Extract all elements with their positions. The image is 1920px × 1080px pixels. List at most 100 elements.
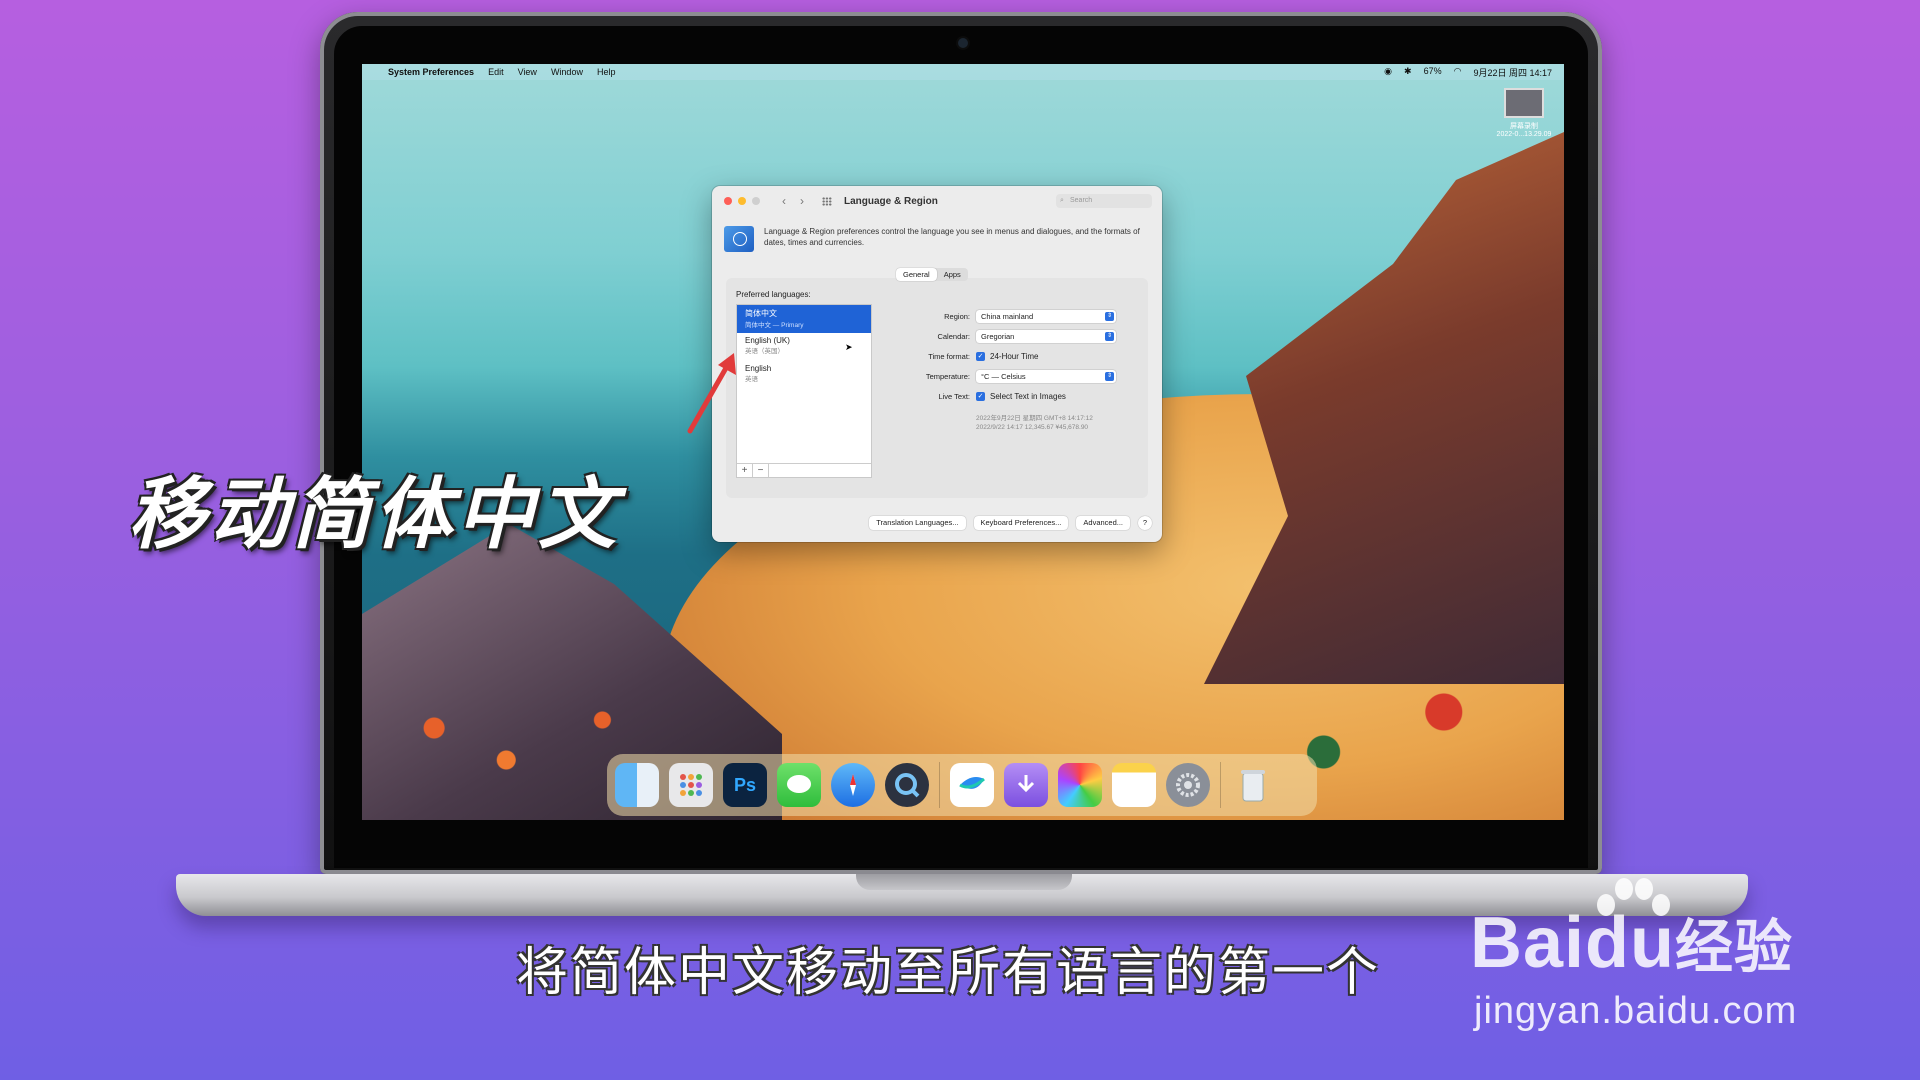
temperature-row: Temperature: °C — Celsius ⇕ <box>896 366 1136 386</box>
general-panel: Preferred languages: 简体中文 简体中文 — Primary… <box>726 278 1148 498</box>
quicktime-icon[interactable] <box>885 763 929 807</box>
overlay-caption: 移动简体中文 <box>128 470 621 560</box>
language-name: 简体中文 <box>745 309 777 318</box>
translation-languages-button[interactable]: Translation Languages... <box>869 516 966 530</box>
region-value: China mainland <box>981 311 1034 321</box>
language-item-english[interactable]: English 英语 <box>737 361 871 389</box>
trash-icon[interactable] <box>1231 763 1275 807</box>
close-button[interactable] <box>724 197 732 205</box>
tab-general[interactable]: General <box>896 268 937 281</box>
dock-separator <box>939 762 940 808</box>
window-buttons: Translation Languages... Keyboard Prefer… <box>869 516 1152 530</box>
add-language-button[interactable]: + <box>737 464 753 477</box>
video-subtitle: 将简体中文移动至所有语言的第一个 <box>516 943 1381 1003</box>
dock-separator <box>1220 762 1221 808</box>
menu-view[interactable]: View <box>518 67 537 77</box>
language-name: English <box>745 364 772 373</box>
advanced-button[interactable]: Advanced... <box>1076 516 1130 530</box>
logo-du: du <box>1585 903 1676 983</box>
clock-text[interactable]: 9月22日 周四 14:17 <box>1473 66 1552 79</box>
zoom-button[interactable] <box>752 197 760 205</box>
sample-line-1: 2022年9月22日 星期四 GMT+8 14:17:12 <box>976 415 1093 422</box>
bluetooth-icon[interactable]: ✱ <box>1404 66 1412 79</box>
grapher-icon[interactable] <box>1058 763 1102 807</box>
time-format-checkbox[interactable]: ✓ <box>976 351 985 361</box>
minimize-button[interactable] <box>738 197 746 205</box>
menu-help[interactable]: Help <box>597 67 616 77</box>
chevron-updown-icon: ⇕ <box>1105 311 1114 321</box>
region-select[interactable]: China mainland ⇕ <box>976 309 1116 323</box>
screenshot-thumbnail[interactable]: 屏幕录制 2022-0...13.29.09 <box>1492 88 1556 146</box>
red-arrow-annotation <box>687 353 736 434</box>
menu-edit[interactable]: Edit <box>488 67 504 77</box>
language-region-window: ‹ › Language & Region ⌕ Search Language … <box>712 186 1162 542</box>
calendar-row: Calendar: Gregorian ⇕ <box>896 326 1136 346</box>
live-text-value: Select Text in Images <box>990 391 1066 401</box>
list-toolbar: + − <box>737 463 871 477</box>
thumbnail-title: 屏幕录制 <box>1510 123 1538 130</box>
calendar-value: Gregorian <box>981 331 1015 341</box>
time-format-value: 24-Hour Time <box>990 351 1039 361</box>
mouse-cursor-icon: ➤ <box>845 342 853 352</box>
thumbnail-date: 2022-0...13.29.09 <box>1496 131 1552 138</box>
pane-header: Language & Region preferences control th… <box>724 226 1154 252</box>
help-button[interactable]: ? <box>1138 516 1152 530</box>
remove-language-button[interactable]: − <box>753 464 769 477</box>
menu-window[interactable]: Window <box>551 67 583 77</box>
search-placeholder: Search <box>1070 197 1093 204</box>
sample-line-2: 2022/9/22 14:17 12,345.67 ¥45,678.90 <box>976 424 1089 431</box>
safari-icon[interactable] <box>831 763 875 807</box>
lark-icon[interactable] <box>950 763 994 807</box>
time-format-label: Time format: <box>928 351 970 361</box>
language-item-simplified-chinese[interactable]: 简体中文 简体中文 — Primary <box>737 305 871 333</box>
time-format-row: Time format: ✓ 24-Hour Time <box>896 346 1136 366</box>
menu-extras: ◉ ✱ 67% ◠ 9月22日 周四 14:17 <box>1384 66 1552 79</box>
camera-icon <box>958 38 968 48</box>
dock: Ps <box>607 754 1317 816</box>
wifi-icon[interactable]: ◠ <box>1454 66 1462 79</box>
menu-app-name[interactable]: System Preferences <box>388 67 474 77</box>
mac-screen: System Preferences Edit View Window Help… <box>362 64 1564 820</box>
pane-description: Language & Region preferences control th… <box>764 227 1140 247</box>
launchpad-icon[interactable] <box>669 763 713 807</box>
calendar-select[interactable]: Gregorian ⇕ <box>976 329 1116 343</box>
logo-bai: Bai <box>1470 903 1586 983</box>
finder-icon[interactable] <box>615 763 659 807</box>
temperature-value: °C — Celsius <box>981 371 1026 381</box>
menu-bar: System Preferences Edit View Window Help… <box>362 64 1564 80</box>
tab-bar: General Apps <box>896 268 968 281</box>
back-icon[interactable]: ‹ <box>782 194 786 208</box>
language-subtitle: 英语 <box>745 376 758 383</box>
language-list[interactable]: 简体中文 简体中文 — Primary English (UK) 英语（英国） … <box>736 304 872 478</box>
forward-icon[interactable]: › <box>800 194 804 208</box>
downloads-icon[interactable] <box>1004 763 1048 807</box>
thumbnail-image <box>1504 88 1544 118</box>
window-title: Language & Region <box>844 195 938 207</box>
keyboard-preferences-button[interactable]: Keyboard Preferences... <box>973 516 1069 530</box>
search-input[interactable]: ⌕ Search <box>1056 194 1152 208</box>
temperature-select[interactable]: °C — Celsius ⇕ <box>976 369 1116 383</box>
region-label: Region: <box>944 311 970 321</box>
logo-jingyan: 经验 <box>1675 913 1794 981</box>
live-text-row: Live Text: ✓ Select Text in Images <box>896 386 1136 406</box>
chevron-updown-icon: ⇕ <box>1105 331 1114 341</box>
language-subtitle: 简体中文 — Primary <box>745 322 804 329</box>
watermark-url: jingyan.baidu.com <box>1474 990 1798 1032</box>
battery-percent[interactable]: 67% <box>1424 66 1442 79</box>
photoshop-icon[interactable]: Ps <box>723 763 767 807</box>
baidu-jingyan-logo: Baidu经验 <box>1470 900 1793 984</box>
live-text-checkbox[interactable]: ✓ <box>976 391 985 401</box>
format-sample: 2022年9月22日 星期四 GMT+8 14:17:12 2022/9/22 … <box>976 414 1136 432</box>
live-text-label: Live Text: <box>938 391 970 401</box>
tab-apps[interactable]: Apps <box>937 268 968 281</box>
messages-icon[interactable] <box>777 763 821 807</box>
region-row: Region: China mainland ⇕ <box>896 306 1136 326</box>
chevron-updown-icon: ⇕ <box>1105 371 1114 381</box>
system-preferences-icon[interactable] <box>1166 763 1210 807</box>
window-titlebar: ‹ › Language & Region ⌕ Search <box>712 186 1162 216</box>
laptop-notch <box>856 874 1072 890</box>
format-fields: Region: China mainland ⇕ Calendar: Grego… <box>896 306 1136 432</box>
show-all-grid-icon[interactable] <box>822 196 832 206</box>
notes-icon[interactable] <box>1112 763 1156 807</box>
record-icon[interactable]: ◉ <box>1384 66 1392 79</box>
